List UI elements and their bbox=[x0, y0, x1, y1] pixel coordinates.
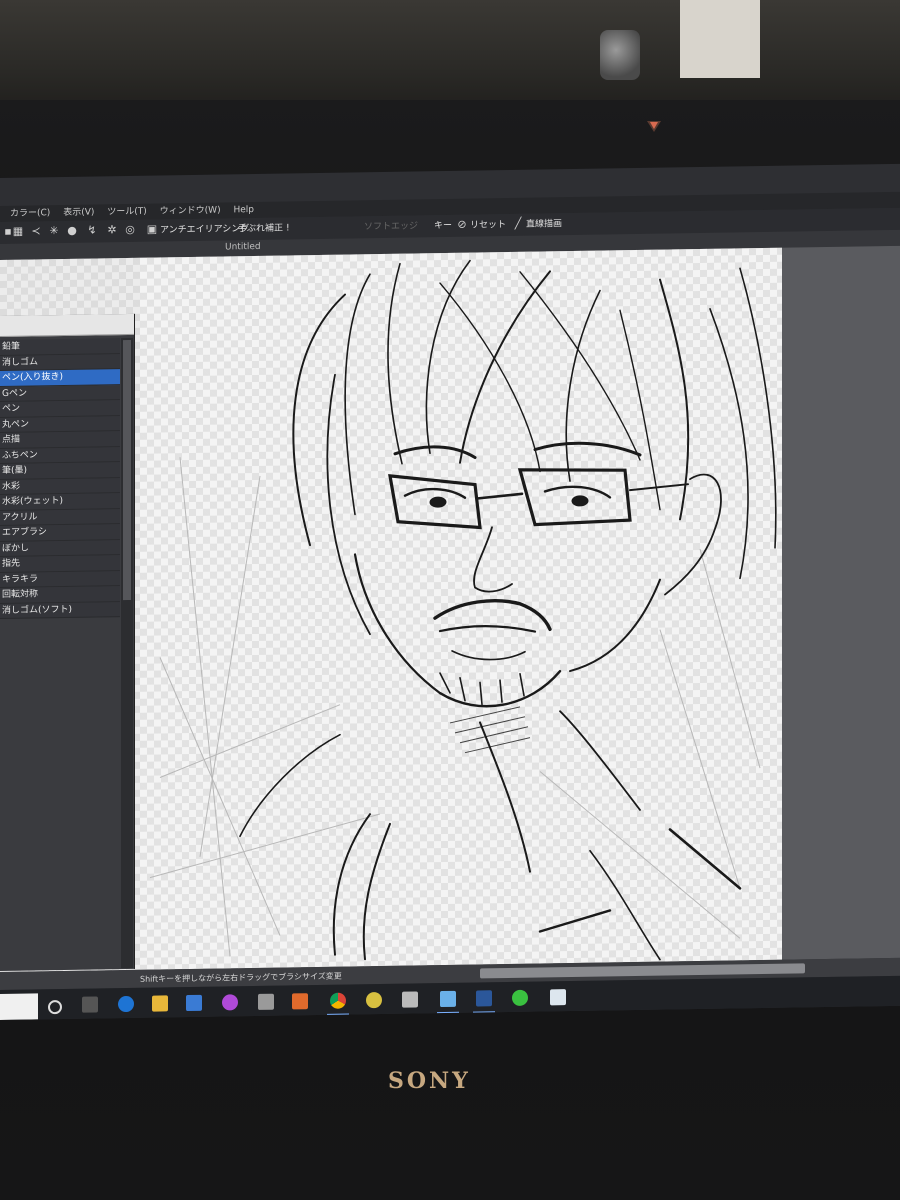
menu-tool[interactable]: ツール(T) bbox=[107, 204, 147, 221]
menu-color[interactable]: カラー(C) bbox=[10, 205, 50, 222]
stabilizer-value[interactable]: ! bbox=[286, 222, 290, 234]
cortana-icon[interactable] bbox=[48, 1000, 62, 1015]
brush-list-scrollbar[interactable] bbox=[121, 337, 133, 969]
edge-icon[interactable] bbox=[118, 995, 134, 1013]
chrome-icon[interactable] bbox=[330, 992, 346, 1009]
monitor-brand-logo: SONY bbox=[388, 1068, 471, 1094]
brush-item-soft-eraser[interactable]: 消しゴム(ソフト) bbox=[0, 601, 120, 619]
key-label: キー bbox=[434, 220, 453, 232]
menu-window[interactable]: ウィンドウ(W) bbox=[160, 203, 221, 220]
portrait-sketch bbox=[149, 259, 777, 961]
media-icon[interactable] bbox=[222, 994, 238, 1011]
grid-tool-icon[interactable]: ▦ bbox=[12, 225, 24, 238]
brush-scroll-thumb[interactable] bbox=[123, 339, 131, 601]
app-icon-2[interactable] bbox=[292, 993, 308, 1010]
brush-panel: 鉛筆 消しゴム ペン(入り抜き) Gペン ペン 丸ペン 点描 ふちペン 筆(墨)… bbox=[0, 313, 135, 971]
reset-icon[interactable]: ⊘ bbox=[456, 218, 468, 231]
wall-object bbox=[680, 0, 760, 78]
taskbar-search-box[interactable] bbox=[0, 993, 38, 1020]
canvas-area: 鉛筆 消しゴム ペン(入り抜き) Gペン ペン 丸ペン 点描 ふちペン 筆(墨)… bbox=[0, 245, 900, 973]
drawing-canvas[interactable] bbox=[140, 247, 782, 970]
app-icon-4[interactable] bbox=[402, 991, 418, 1008]
reset-button[interactable]: リセット bbox=[470, 219, 506, 232]
stabilizer-label: 手ぶれ補正 bbox=[238, 223, 284, 235]
app-icon-1[interactable] bbox=[258, 993, 274, 1010]
menu-view[interactable]: 表示(V) bbox=[63, 205, 94, 221]
line-icon[interactable]: ╱ bbox=[512, 217, 524, 230]
wall-knob bbox=[600, 30, 640, 80]
lasso-tool-icon[interactable]: ↯ bbox=[86, 223, 98, 236]
paint-app-icon[interactable] bbox=[440, 990, 456, 1008]
antialias-checkbox[interactable]: ▣ bbox=[146, 223, 158, 236]
word-icon[interactable] bbox=[476, 990, 492, 1007]
burst-tool-icon[interactable]: ✳ bbox=[48, 224, 60, 237]
app-screen: カラー(C) 表示(V) ツール(T) ウィンドウ(W) Help ▪ ▦ ≺ … bbox=[0, 163, 900, 1020]
store-icon[interactable] bbox=[186, 994, 202, 1012]
line-app-icon[interactable] bbox=[512, 989, 528, 1006]
webcam-icon bbox=[647, 121, 661, 132]
app-icon-3[interactable] bbox=[366, 991, 382, 1009]
circle-tool-icon[interactable]: ● bbox=[66, 224, 78, 237]
fan-tool-icon[interactable]: ≺ bbox=[30, 224, 42, 237]
app-icon-5[interactable] bbox=[550, 989, 566, 1006]
line-button[interactable]: 直線描画 bbox=[526, 218, 562, 231]
task-view-icon[interactable] bbox=[82, 996, 98, 1013]
document-title: Untitled bbox=[225, 241, 261, 253]
soft-edge-label[interactable]: ソフトエッジ bbox=[364, 220, 418, 233]
gear-tool-icon[interactable]: ✲ bbox=[106, 223, 118, 236]
status-hint: Shiftキーを押しながら左右ドラッグでブラシサイズ変更 bbox=[140, 971, 342, 984]
file-explorer-icon[interactable] bbox=[152, 995, 168, 1012]
brush-panel-header[interactable] bbox=[0, 313, 134, 337]
menu-help[interactable]: Help bbox=[233, 202, 254, 218]
antialias-label: アンチエイリアシング bbox=[160, 224, 250, 236]
brush-list: 鉛筆 消しゴム ペン(入り抜き) Gペン ペン 丸ペン 点描 ふちペン 筆(墨)… bbox=[0, 338, 120, 619]
target-tool-icon[interactable]: ◎ bbox=[124, 223, 136, 236]
